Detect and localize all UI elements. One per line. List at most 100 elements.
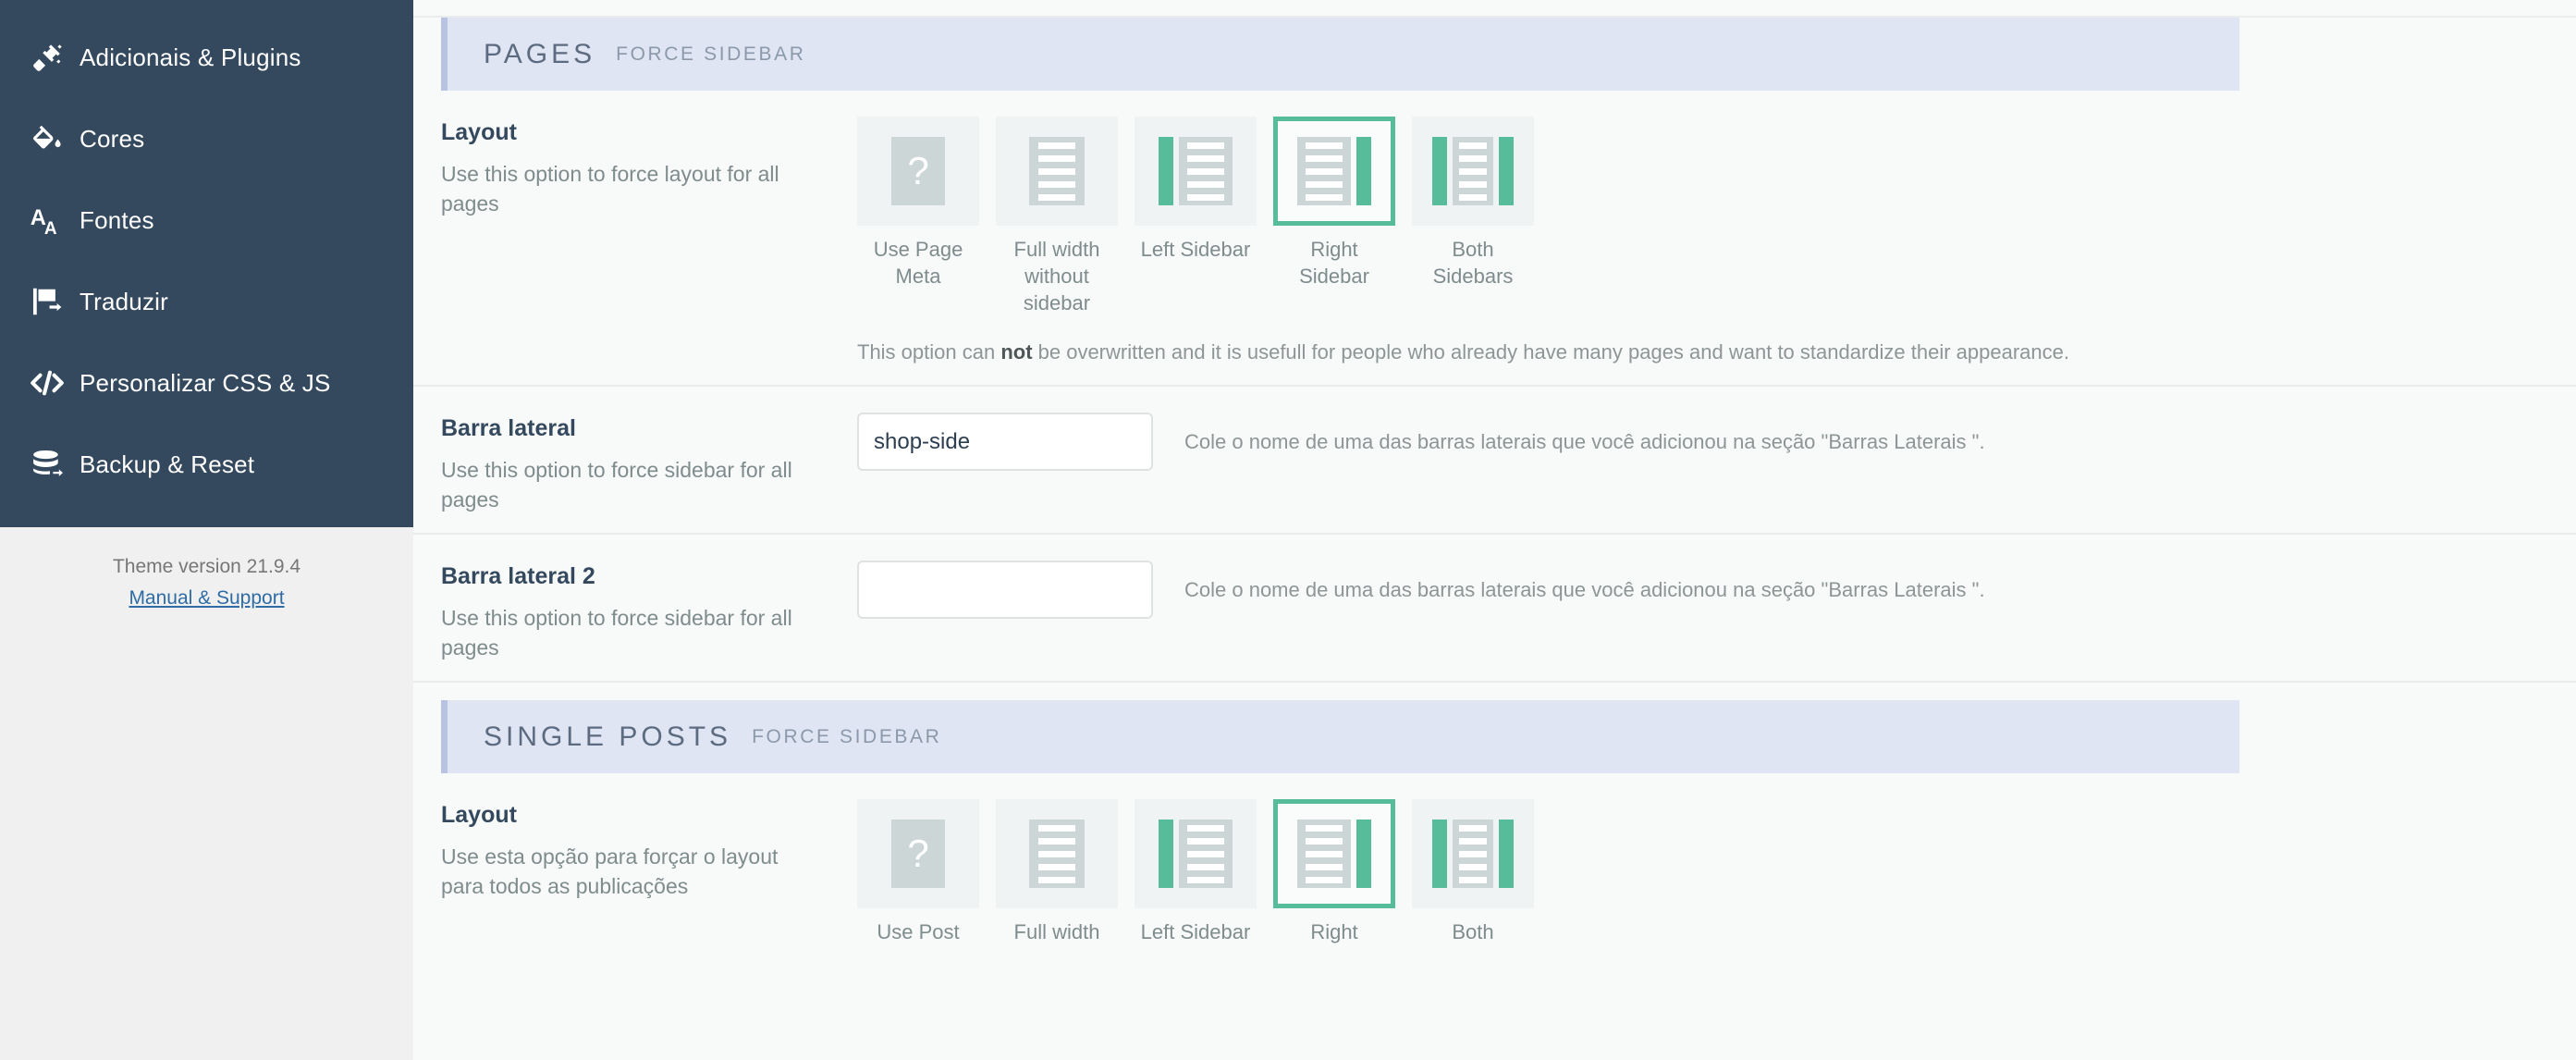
layout-option-use-page-meta[interactable]: ? Use Page Meta bbox=[857, 117, 979, 316]
layout-option-label: Left Sidebar bbox=[1140, 238, 1251, 261]
sidebar-footer: Theme version 21.9.4 Manual & Support bbox=[0, 527, 413, 1060]
top-divider bbox=[413, 16, 2576, 18]
sidebar-item-cores[interactable]: Cores bbox=[0, 98, 413, 179]
question-thumb-art: ? bbox=[891, 820, 945, 888]
font-icon: A A bbox=[22, 200, 72, 240]
sidebar-block bbox=[1356, 820, 1371, 888]
section-title: SINGLE POSTS bbox=[484, 721, 732, 752]
row-control: ? Use Page Meta Full width without sideb… bbox=[857, 117, 2576, 366]
input-help-text: Cole o nome de uma das barras laterais q… bbox=[1184, 430, 1985, 453]
layout-note-suffix: be overwritten and it is usefull for peo… bbox=[1032, 340, 2069, 364]
layout-option-full-width[interactable]: Full width bbox=[996, 799, 1118, 945]
question-thumb-art: ? bbox=[891, 137, 945, 205]
row-control: ? Use Post Full width Left Sidebar Right… bbox=[857, 799, 2576, 945]
layout-note-prefix: This option can bbox=[857, 340, 1001, 364]
left-sidebar-thumb-art bbox=[1159, 137, 1233, 205]
layout-option-left-sidebar[interactable]: Left Sidebar bbox=[1135, 117, 1257, 316]
layout-option-label: Use Page Meta bbox=[873, 238, 963, 288]
code-icon bbox=[22, 363, 72, 403]
row-label: Layout Use this option to force layout f… bbox=[441, 117, 857, 366]
layout-option-label: Left Sidebar bbox=[1140, 920, 1251, 943]
row-title: Barra lateral 2 bbox=[441, 563, 595, 589]
row-description: Use esta opção para forçar o layout para… bbox=[441, 844, 779, 898]
question-mark-icon: ? bbox=[891, 137, 945, 205]
sidebar-block-right bbox=[1499, 137, 1514, 205]
sidebar-item-personalizar-css-js[interactable]: Personalizar CSS & JS bbox=[0, 342, 413, 424]
layout-option-both-sidebars[interactable]: Both bbox=[1412, 799, 1534, 945]
layout-thumb bbox=[1412, 799, 1534, 908]
sidebar-item-label: Backup & Reset bbox=[80, 450, 255, 478]
barra-lateral-2-input[interactable] bbox=[857, 561, 1153, 619]
layout-option-label: Both Sidebars bbox=[1432, 238, 1514, 288]
content-block bbox=[1297, 137, 1351, 205]
sidebar-block bbox=[1159, 820, 1173, 888]
row-label: Barra lateral Use this option to force s… bbox=[441, 413, 857, 514]
layout-option-label: Use Post bbox=[877, 920, 960, 943]
manual-support-link[interactable]: Manual & Support bbox=[129, 583, 284, 614]
content-block bbox=[1029, 137, 1085, 205]
layout-thumb bbox=[1273, 117, 1395, 226]
full-width-thumb-art bbox=[1029, 137, 1085, 205]
sidebar-block-right bbox=[1499, 820, 1514, 888]
row-description: Use this option to force layout for all … bbox=[441, 162, 779, 216]
sidebar: Adicionais & Plugins Cores A A Fontes Tr… bbox=[0, 0, 413, 1060]
sidebar-item-traduzir[interactable]: Traduzir bbox=[0, 261, 413, 342]
right-sidebar-thumb-art bbox=[1297, 137, 1371, 205]
section-title: PAGES bbox=[484, 38, 596, 69]
sidebar-item-label: Traduzir bbox=[80, 287, 168, 315]
section-header-single-posts: SINGLE POSTS FORCE SIDEBAR bbox=[441, 700, 2239, 773]
layout-thumb: ? bbox=[857, 117, 979, 226]
content-block bbox=[1453, 820, 1493, 888]
content-block bbox=[1179, 137, 1233, 205]
input-help-text: Cole o nome de uma das barras laterais q… bbox=[1184, 578, 1985, 601]
both-sidebars-thumb-art bbox=[1432, 137, 1514, 205]
right-sidebar-thumb-art bbox=[1297, 820, 1371, 888]
row-barra-lateral-2: Barra lateral 2 Use this option to force… bbox=[413, 535, 2576, 683]
paint-bucket-icon bbox=[22, 118, 72, 159]
layout-option-label: Full width bbox=[1013, 920, 1100, 943]
sidebar-nav: Adicionais & Plugins Cores A A Fontes Tr… bbox=[0, 0, 413, 527]
layout-note-bold: not bbox=[1000, 340, 1033, 364]
sidebar-item-adicionais-plugins[interactable]: Adicionais & Plugins bbox=[0, 17, 413, 98]
layout-option-both-sidebars[interactable]: Both Sidebars bbox=[1412, 117, 1534, 316]
sidebar-item-label: Adicionais & Plugins bbox=[80, 43, 301, 71]
theme-version: Theme version 21.9.4 bbox=[112, 556, 301, 577]
layout-option-left-sidebar[interactable]: Left Sidebar bbox=[1135, 799, 1257, 945]
row-control: Cole o nome de uma das barras laterais q… bbox=[857, 413, 2576, 514]
row-title: Layout bbox=[441, 802, 517, 828]
layout-note: This option can not be overwritten and i… bbox=[857, 339, 2576, 366]
content-block bbox=[1453, 137, 1493, 205]
layout-thumb bbox=[1135, 117, 1257, 226]
layout-option-label: Full width without sidebar bbox=[1013, 238, 1100, 314]
row-description: Use this option to force sidebar for all… bbox=[441, 458, 792, 512]
row-label: Barra lateral 2 Use this option to force… bbox=[441, 561, 857, 662]
layout-option-right-sidebar[interactable]: Right Sidebar bbox=[1273, 117, 1395, 316]
layout-option-label: Both bbox=[1452, 920, 1494, 943]
row-title: Layout bbox=[441, 119, 517, 145]
content-block bbox=[1029, 820, 1085, 888]
row-description: Use this option to force sidebar for all… bbox=[441, 606, 792, 659]
both-sidebars-thumb-art bbox=[1432, 820, 1514, 888]
layout-thumb bbox=[996, 799, 1118, 908]
sidebar-block bbox=[1159, 137, 1173, 205]
layout-option-use-post[interactable]: ? Use Post bbox=[857, 799, 979, 945]
layout-option-label: Right bbox=[1310, 920, 1358, 943]
layout-option-right-sidebar[interactable]: Right bbox=[1273, 799, 1395, 945]
sidebar-item-backup-reset[interactable]: Backup & Reset bbox=[0, 424, 413, 505]
layout-thumb bbox=[996, 117, 1118, 226]
content-block bbox=[1179, 820, 1233, 888]
full-width-thumb-art bbox=[1029, 820, 1085, 888]
plug-icon bbox=[22, 37, 72, 78]
layout-thumb: ? bbox=[857, 799, 979, 908]
row-barra-lateral: Barra lateral Use this option to force s… bbox=[413, 387, 2576, 535]
theme-options-page: Adicionais & Plugins Cores A A Fontes Tr… bbox=[0, 0, 2576, 1060]
section-subtitle: FORCE SIDEBAR bbox=[616, 43, 806, 65]
barra-lateral-input[interactable] bbox=[857, 413, 1153, 471]
layout-option-full-width[interactable]: Full width without sidebar bbox=[996, 117, 1118, 316]
sidebar-item-label: Fontes bbox=[80, 205, 154, 234]
sidebar-item-fontes[interactable]: A A Fontes bbox=[0, 179, 413, 261]
row-posts-layout: Layout Use esta opção para forçar o layo… bbox=[413, 773, 2576, 966]
row-label: Layout Use esta opção para forçar o layo… bbox=[441, 799, 857, 945]
sidebar-block-left bbox=[1432, 820, 1447, 888]
layout-thumb bbox=[1412, 117, 1534, 226]
